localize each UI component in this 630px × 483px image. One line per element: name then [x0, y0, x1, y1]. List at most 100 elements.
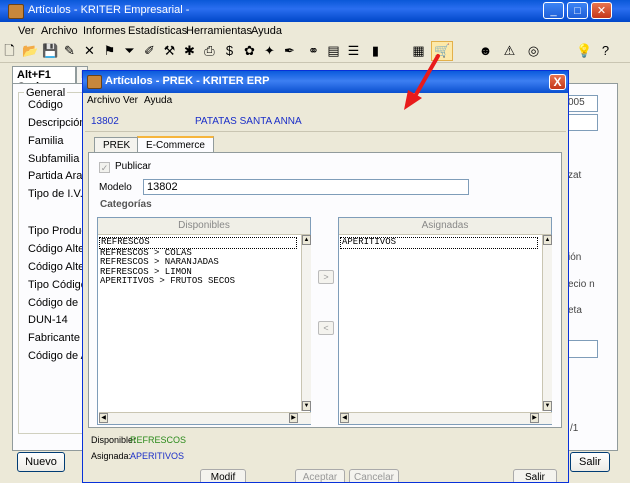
- articles-dialog: Artículos - PREK - KRITER ERP X Archivo …: [82, 70, 569, 483]
- assigned-hscrollbar[interactable]: ◀ ▶: [340, 412, 552, 424]
- tab-general[interactable]: Alt+F1 Gral: [12, 66, 76, 93]
- money-icon[interactable]: $: [222, 43, 237, 58]
- right-fragment-3: ecio n: [568, 279, 595, 290]
- close-icon[interactable]: ✕: [591, 2, 612, 19]
- publish-label: Publicar: [115, 161, 152, 172]
- description-field[interactable]: [566, 114, 598, 131]
- toolbar: 🗋 📂 💾 ✎ ✕ ⚑ ⏷ ✐ ⚒ ✱ ⎙ $ ✿ ✦ ✒ ⚭ ▤ ☰ ▮ ▦ …: [0, 40, 630, 63]
- open-folder-icon[interactable]: 📂: [22, 43, 38, 58]
- right-fragment-4: eta: [568, 305, 582, 316]
- available-listbox[interactable]: REFRESCOS REFRESCOS > COLAS REFRESCOS > …: [99, 237, 297, 405]
- maximize-icon[interactable]: □: [567, 2, 588, 19]
- dialog-menu-archivo[interactable]: Archivo: [87, 95, 120, 106]
- label-familia: Familia: [28, 135, 64, 147]
- right-field[interactable]: [566, 340, 598, 358]
- chart-icon[interactable]: ▮: [368, 43, 383, 58]
- calculator-icon[interactable]: ▤: [326, 43, 341, 58]
- wand-icon[interactable]: ✦: [262, 43, 277, 58]
- right-fragment-1: zat: [568, 170, 582, 181]
- available-status-label: Disponible:: [91, 435, 136, 445]
- funnel-icon[interactable]: ⏷: [122, 43, 137, 58]
- publish-checkbox[interactable]: ✓: [99, 162, 110, 173]
- remove-category-button[interactable]: <: [318, 321, 334, 335]
- main-menubar: Ver Archivo Informes Estadísticas Herram…: [0, 22, 630, 40]
- user-icon[interactable]: ☻: [478, 43, 493, 58]
- scroll-down-icon[interactable]: ▼: [543, 401, 552, 411]
- available-vscrollbar[interactable]: ▲ ▼: [301, 235, 311, 411]
- categories-label: Categorías: [100, 199, 152, 210]
- available-hscrollbar[interactable]: ◀ ▶: [99, 412, 311, 424]
- window-title: Artículos - KRITER Empresarial -: [28, 4, 190, 16]
- scroll-down-icon[interactable]: ▼: [302, 401, 311, 411]
- list-item[interactable]: REFRESCOS: [99, 237, 297, 249]
- model-input[interactable]: 13802: [143, 179, 469, 195]
- assigned-status-value: APERITIVOS: [130, 451, 185, 461]
- scroll-up-icon[interactable]: ▲: [543, 235, 552, 245]
- available-categories-list: Disponibles REFRESCOS REFRESCOS > COLAS …: [97, 217, 311, 425]
- right-fragment-5: /1: [570, 423, 579, 434]
- dialog-menu-ayuda[interactable]: Ayuda: [144, 95, 172, 106]
- dialog-title: Artículos - PREK - KRITER ERP: [105, 75, 270, 87]
- label-fabricante: Fabricante: [28, 332, 80, 344]
- label-descripcion: Descripción: [28, 117, 86, 129]
- add-category-button[interactable]: >: [318, 270, 334, 284]
- assigned-vscrollbar[interactable]: ▲ ▼: [542, 235, 552, 411]
- menu-ayuda[interactable]: Ayuda: [251, 25, 282, 37]
- modify-button[interactable]: Modif: [200, 469, 246, 482]
- bug-icon[interactable]: ✿: [242, 43, 257, 58]
- group-general-label: General: [24, 87, 68, 99]
- print-icon[interactable]: ⎙: [202, 43, 217, 58]
- brush-icon[interactable]: ✒: [282, 43, 297, 58]
- globe-icon[interactable]: ◎: [526, 43, 541, 58]
- accept-button[interactable]: Aceptar: [295, 469, 345, 482]
- settings-icon[interactable]: ✱: [182, 43, 197, 58]
- filter-icon[interactable]: ⚑: [102, 43, 117, 58]
- warning-icon[interactable]: ⚠: [502, 43, 517, 58]
- red-arrow-annotation: [404, 54, 440, 110]
- assigned-status-label: Asignada:: [91, 451, 132, 461]
- assigned-listbox[interactable]: APERITIVOS: [340, 237, 538, 405]
- dialog-close-icon[interactable]: X: [549, 74, 566, 90]
- dialog-app-icon: [87, 75, 102, 89]
- available-header: Disponibles: [98, 218, 310, 235]
- filter-list-icon[interactable]: ☰: [346, 43, 361, 58]
- delete-icon[interactable]: ✕: [82, 43, 97, 58]
- dialog-exit-button[interactable]: Salir: [513, 469, 557, 482]
- exit-button[interactable]: Salir: [570, 452, 610, 472]
- list-item[interactable]: APERITIVOS: [340, 237, 538, 249]
- scroll-right-icon[interactable]: ▶: [530, 413, 539, 423]
- cancel-button[interactable]: Cancelar: [349, 469, 399, 482]
- scroll-left-icon[interactable]: ◀: [99, 413, 108, 423]
- main-titlebar[interactable]: Artículos - KRITER Empresarial - _ □ ✕: [0, 0, 630, 22]
- menu-herramientas[interactable]: Herramientas: [186, 25, 252, 37]
- assigned-categories-list: Asignadas APERITIVOS ▲ ▼ ◀ ▶: [338, 217, 552, 425]
- code-field[interactable]: 005: [566, 95, 598, 112]
- tools-icon[interactable]: ⚒: [162, 43, 177, 58]
- edit-icon[interactable]: ✎: [62, 43, 77, 58]
- help-icon[interactable]: ?: [598, 43, 613, 58]
- scroll-right-icon[interactable]: ▶: [289, 413, 298, 423]
- lightbulb-icon[interactable]: 💡: [576, 43, 592, 58]
- list-item[interactable]: APERITIVOS > FRUTOS SECOS: [99, 276, 297, 287]
- new-button[interactable]: Nuevo: [17, 452, 65, 472]
- new-document-icon[interactable]: 🗋: [2, 43, 17, 58]
- article-header: 13802 PATATAS SANTA ANNA: [85, 109, 566, 132]
- scroll-left-icon[interactable]: ◀: [340, 413, 349, 423]
- article-name: PATATAS SANTA ANNA: [195, 116, 302, 127]
- tab-prek[interactable]: PREK: [94, 137, 140, 153]
- pencil-icon[interactable]: ✐: [142, 43, 157, 58]
- menu-estadisticas[interactable]: Estadísticas: [128, 25, 187, 37]
- dialog-menu-ver[interactable]: Ver: [123, 95, 138, 106]
- menu-archivo[interactable]: Archivo: [41, 25, 78, 37]
- assigned-header: Asignadas: [339, 218, 551, 235]
- save-icon[interactable]: 💾: [42, 43, 58, 58]
- menu-informes[interactable]: Informes: [83, 25, 126, 37]
- app-icon: [8, 4, 24, 19]
- menu-ver[interactable]: Ver: [18, 25, 35, 37]
- dialog-menubar: Archivo Ver Ayuda: [83, 93, 568, 109]
- label-dun-14: DUN-14: [28, 314, 68, 326]
- minimize-icon[interactable]: _: [543, 2, 564, 19]
- link-icon[interactable]: ⚭: [306, 43, 321, 58]
- scroll-up-icon[interactable]: ▲: [302, 235, 311, 245]
- dialog-titlebar[interactable]: Artículos - PREK - KRITER ERP X: [83, 71, 568, 93]
